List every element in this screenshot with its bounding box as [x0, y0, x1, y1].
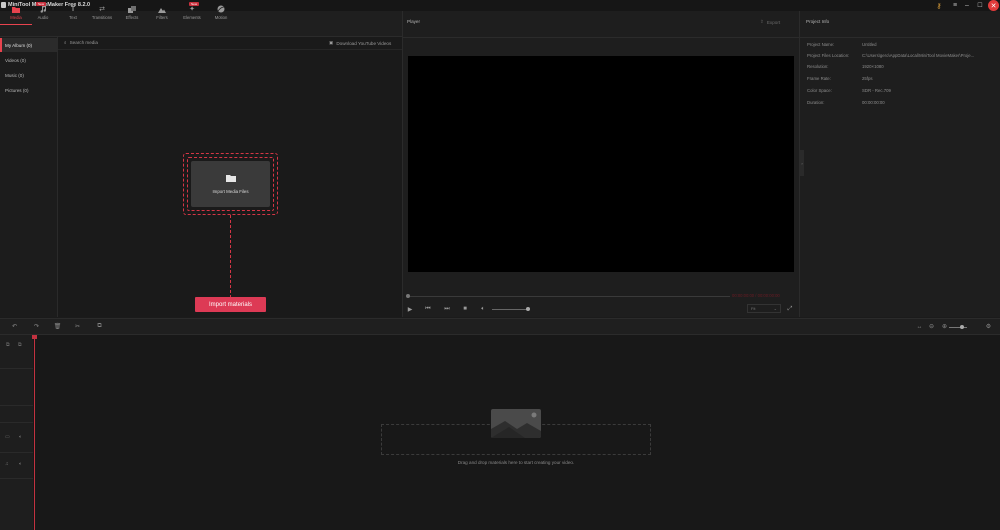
playback-progress-bar[interactable]	[408, 296, 730, 297]
info-value: 25fps	[862, 76, 873, 81]
tab-effects[interactable]: Effects	[116, 3, 148, 25]
info-value: Untitled	[862, 42, 877, 47]
info-value: C:\Users\gero\AppData\Local\MiniTool Mov…	[862, 53, 975, 58]
paste-track-icon[interactable]: ⧉	[18, 342, 22, 348]
split-icon[interactable]: ✂	[73, 322, 82, 331]
tab-audio[interactable]: New Audio	[27, 2, 59, 25]
info-key: Project Name:	[807, 42, 835, 47]
fit-timeline-icon[interactable]: ↔	[915, 322, 924, 331]
track-headers	[0, 335, 33, 530]
audio-track-icon: ♫	[5, 461, 9, 467]
zoom-handle[interactable]	[960, 325, 964, 329]
download-youtube-link[interactable]: ▣ Download YouTube Videos	[329, 40, 391, 46]
folder-icon	[12, 5, 21, 13]
effects-icon	[128, 5, 137, 13]
music-icon	[39, 5, 48, 13]
settings-icon[interactable]: ⚙	[984, 322, 993, 331]
progress-handle[interactable]	[406, 294, 410, 298]
timecode: 00:00:00:00 / 00:00:00:00	[732, 293, 780, 298]
player-title: Player	[407, 19, 421, 24]
tab-motion[interactable]: Motion	[205, 3, 237, 25]
info-value: 00:00:00:00	[862, 100, 885, 105]
export-icon: ⇪	[760, 19, 764, 24]
import-media-files-button[interactable]: Import Media Files	[191, 161, 270, 207]
volume-icon[interactable]: 🔈︎	[479, 305, 487, 313]
motion-icon	[217, 5, 226, 13]
search-input[interactable]: Search media	[70, 40, 98, 45]
track-divider	[0, 368, 33, 369]
info-key: Frame Rate:	[807, 76, 831, 81]
close-button[interactable]: ✕	[988, 0, 999, 11]
info-key: Resolution:	[807, 64, 829, 69]
divider	[402, 37, 799, 38]
new-badge: New	[36, 2, 47, 6]
zoom-out-icon[interactable]: ⊖	[927, 322, 936, 331]
tab-filters[interactable]: Filters	[146, 3, 178, 25]
search-icon: ⌕	[64, 40, 67, 45]
album-videos[interactable]: Videos (0)	[0, 53, 58, 67]
fullscreen-icon[interactable]: ⤢	[786, 305, 794, 313]
volume-handle[interactable]	[526, 307, 530, 311]
track-divider	[0, 405, 33, 406]
album-pictures[interactable]: Pictures (0)	[0, 83, 58, 97]
project-info-title: Project Info	[806, 19, 830, 24]
minimize-icon[interactable]: –	[962, 1, 972, 10]
info-key: Duration:	[807, 100, 825, 105]
elements-icon: ✦	[189, 6, 195, 13]
maximize-icon[interactable]: ☐	[975, 1, 985, 10]
download-icon: ▣	[329, 40, 334, 45]
filters-icon	[158, 5, 167, 13]
drop-instructions: Drag and drop materials here to start cr…	[457, 460, 575, 465]
transitions-icon: ⇄	[99, 6, 105, 13]
track-divider	[0, 478, 33, 479]
volume-slider[interactable]	[492, 309, 528, 310]
zoom-slider[interactable]	[949, 327, 967, 328]
album-music[interactable]: Music (0)	[0, 68, 58, 82]
info-value: SDR - Rec.709	[862, 88, 891, 93]
text-icon: T	[70, 5, 76, 13]
mute-track-icon[interactable]: 🔈︎	[19, 461, 22, 467]
playhead[interactable]	[34, 335, 35, 530]
new-badge: New	[189, 2, 200, 6]
preview-screen	[408, 56, 794, 272]
menu-icon[interactable]: ≡	[950, 1, 960, 10]
info-value: 1920×1080	[862, 64, 884, 69]
folder-icon	[225, 174, 236, 184]
track-divider	[0, 422, 33, 423]
divider	[58, 49, 402, 50]
chevron-down-icon: ⌄	[773, 306, 777, 311]
search-media[interactable]: ⌕ Search media	[64, 40, 98, 45]
fit-select[interactable]: Fit ⌄	[747, 304, 781, 313]
image-placeholder-icon	[491, 409, 541, 438]
album-my-album[interactable]: My Album (0)	[0, 38, 58, 52]
divider	[799, 37, 1000, 38]
tab-text[interactable]: T Text	[57, 3, 89, 25]
tab-elements[interactable]: New ✦ Elements	[176, 2, 208, 25]
redo-icon[interactable]: ↷	[32, 322, 41, 331]
collapse-panel-handle[interactable]: ›	[800, 150, 804, 176]
mute-track-icon[interactable]: 🔈︎	[19, 434, 22, 440]
track-divider	[0, 452, 33, 453]
info-key: Color Space:	[807, 88, 832, 93]
timeline-toolbar	[0, 318, 1000, 335]
stop-icon[interactable]: ■	[461, 305, 469, 313]
video-track-icon: ▭	[5, 434, 10, 440]
zoom-in-icon[interactable]: ⊕	[940, 322, 949, 331]
undo-icon[interactable]: ↶	[10, 322, 19, 331]
key-icon[interactable]: ⚷	[934, 1, 944, 10]
delete-icon[interactable]: 🗑︎	[53, 322, 62, 331]
next-frame-icon[interactable]: ⏭	[443, 305, 451, 313]
import-materials-button[interactable]: Import materials	[195, 297, 266, 312]
crop-icon[interactable]: ⧉	[95, 322, 104, 331]
callout-connector	[230, 215, 231, 298]
info-key: Project Files Location:	[807, 53, 850, 58]
export-button[interactable]: ⇪ Export	[760, 19, 780, 25]
previous-frame-icon[interactable]: ⏮	[424, 305, 432, 313]
play-icon[interactable]: ▶	[406, 305, 414, 313]
tab-transitions[interactable]: ⇄ Transitions	[86, 3, 118, 25]
copy-track-icon[interactable]: ⧉	[6, 342, 10, 348]
